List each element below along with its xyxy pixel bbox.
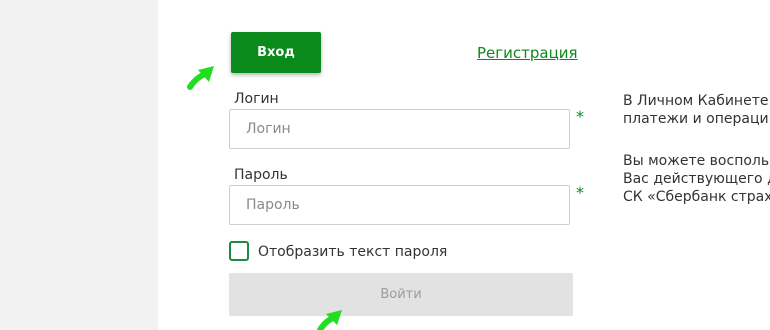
login-required-mark: * (576, 107, 584, 126)
password-required-mark: * (576, 183, 584, 202)
pointer-arrow-icon (317, 310, 342, 330)
password-input[interactable] (229, 185, 570, 225)
info-text-line-5: СК «Сбербанк страх (623, 189, 770, 205)
tab-register[interactable]: Регистрация (477, 44, 578, 62)
password-label: Пароль (234, 167, 288, 183)
info-text-line-3: Вы можете восполь (623, 153, 770, 169)
login-input[interactable] (229, 109, 570, 149)
info-text-line-4: Вас действующего д (623, 171, 770, 187)
submit-button[interactable]: Войти (229, 273, 573, 316)
pointer-arrow-icon (187, 66, 214, 90)
info-text-line-1: В Личном Кабинете (623, 93, 769, 109)
show-password-checkbox[interactable] (229, 241, 249, 261)
info-text-line-2: платежи и операци (623, 111, 769, 127)
login-label: Логин (234, 91, 279, 107)
tab-login[interactable]: Вход (231, 32, 321, 73)
show-password-label[interactable]: Отобразить текст пароля (258, 244, 447, 260)
